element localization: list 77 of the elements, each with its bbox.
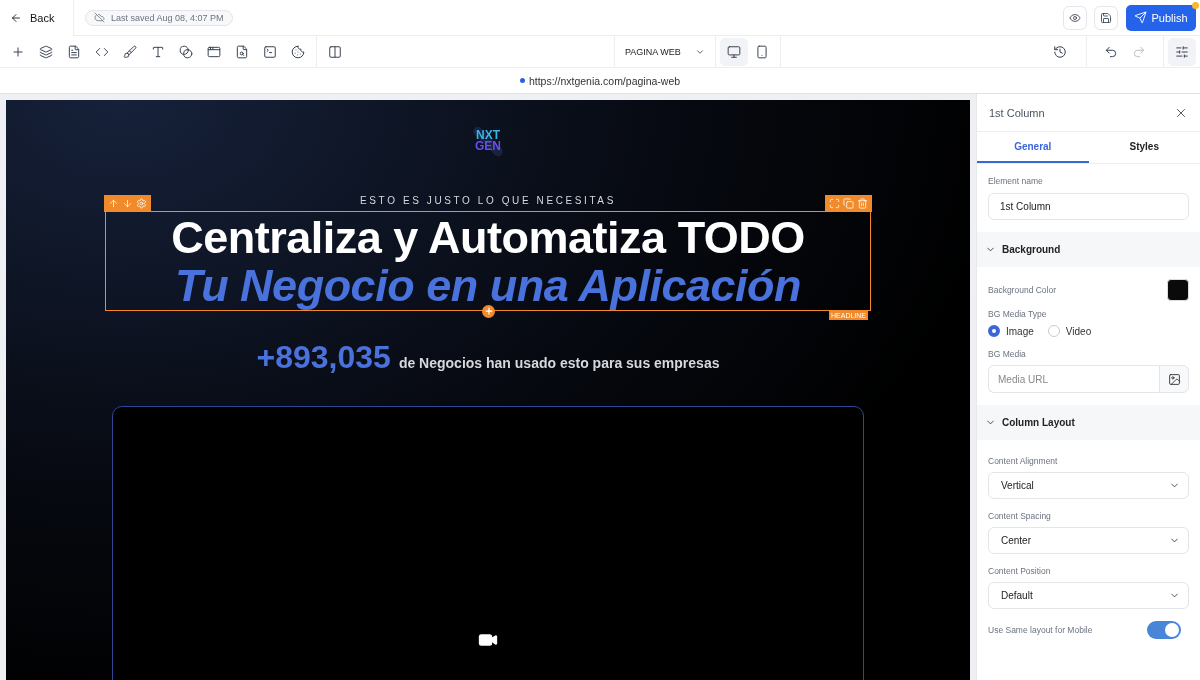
layers-icon [39,44,53,59]
publish-button[interactable]: Publish [1126,4,1196,31]
sliders-icon [1175,44,1189,59]
cookie-icon [291,44,305,59]
arrow-up-icon [108,197,119,209]
eyebrow-text: ESTO ES JUSTO LO QUE NECESITAS [360,194,616,206]
history-icon [1053,44,1067,59]
page-url[interactable]: https://nxtgenia.com/pagina-web [528,74,681,87]
panel-toggle-button[interactable] [1168,37,1196,66]
field-label: Element name [988,176,1044,186]
redo-icon [1132,44,1146,59]
toggle-label: Use Same layout for Mobile [988,625,1093,635]
radio-option[interactable]: Image [988,325,1034,337]
dropdown-select[interactable]: Default [988,582,1189,609]
phone-icon [755,44,769,59]
arrow-left-icon [10,11,22,24]
headline: Centraliza y Automatiza TODO [171,213,805,262]
toggle-switch[interactable] [1147,621,1181,639]
field-label: Content Alignment [988,456,1059,466]
save-icon [1100,11,1112,24]
eye-icon [1069,11,1081,24]
dropdown-select[interactable]: Vertical [988,472,1189,499]
save-status-text: Last saved Aug 08, 4:07 PM [111,12,224,23]
field-label: Background Color [988,285,1057,295]
logo-text: GEN [475,141,501,153]
settings-icon [136,197,147,209]
radio-label: Image [1006,325,1034,337]
add-element-button[interactable] [482,304,495,318]
radio-button[interactable] [988,325,1000,337]
save-button[interactable] [1094,5,1118,30]
document-icon [67,44,81,59]
notification-dot [1192,1,1199,9]
panel-tab[interactable]: General [977,132,1089,163]
headline-subtitle: Tu Negocio en una Aplicación [174,261,802,310]
element-actions[interactable] [825,194,872,212]
cloud-off-icon [94,12,105,23]
radio-label: Video [1065,325,1092,337]
preview-button[interactable] [1063,5,1087,30]
add-icon [483,306,494,317]
desktop-icon [727,44,741,59]
section-header[interactable]: Column Layout [977,405,1200,440]
dropdown-select[interactable]: Center [988,527,1189,554]
section-header[interactable]: Background [977,232,1200,267]
media-url-field[interactable]: Media URL [988,365,1159,393]
brush-icon [123,44,137,59]
field-label: BG Media [988,349,1027,359]
field-label: Content Position [988,566,1052,576]
logo-text: NXT [476,130,500,142]
terminal-icon [263,44,277,59]
selected-headline-frame[interactable]: Centraliza y Automatiza TODO Tu Negocio en una Aplicación [105,210,871,311]
window-icon [207,44,221,59]
undo-icon [1104,44,1118,59]
text-icon [151,44,165,59]
expand-icon [829,197,840,209]
copy-icon [843,197,854,209]
stat-number: +893,035 [256,338,391,376]
send-icon [1134,11,1148,24]
trash-icon [857,197,868,209]
arrow-down-icon [122,197,133,209]
panel-title: 1st Column [989,106,1045,119]
back-button[interactable]: Back [0,0,74,36]
stat-text: de Negocios han usado esto para sus empresas [398,354,720,371]
element-name-field[interactable]: 1st Column [988,193,1189,220]
columns-icon [328,44,342,59]
image-icon [1167,372,1181,386]
radio-option[interactable]: Video [1047,325,1092,337]
field-label: BG Media Type [988,309,1048,319]
move-handles[interactable] [104,194,151,212]
add-icon [11,44,25,59]
circles-icon [179,44,193,59]
field-label: Content Spacing [988,511,1052,521]
color-swatch[interactable] [1167,279,1189,301]
file-search-icon [235,44,249,59]
panel-tab[interactable]: Styles [1088,132,1200,163]
device-button[interactable] [720,37,748,66]
media-picker-button[interactable] [1159,365,1189,393]
status-dot [519,78,525,83]
